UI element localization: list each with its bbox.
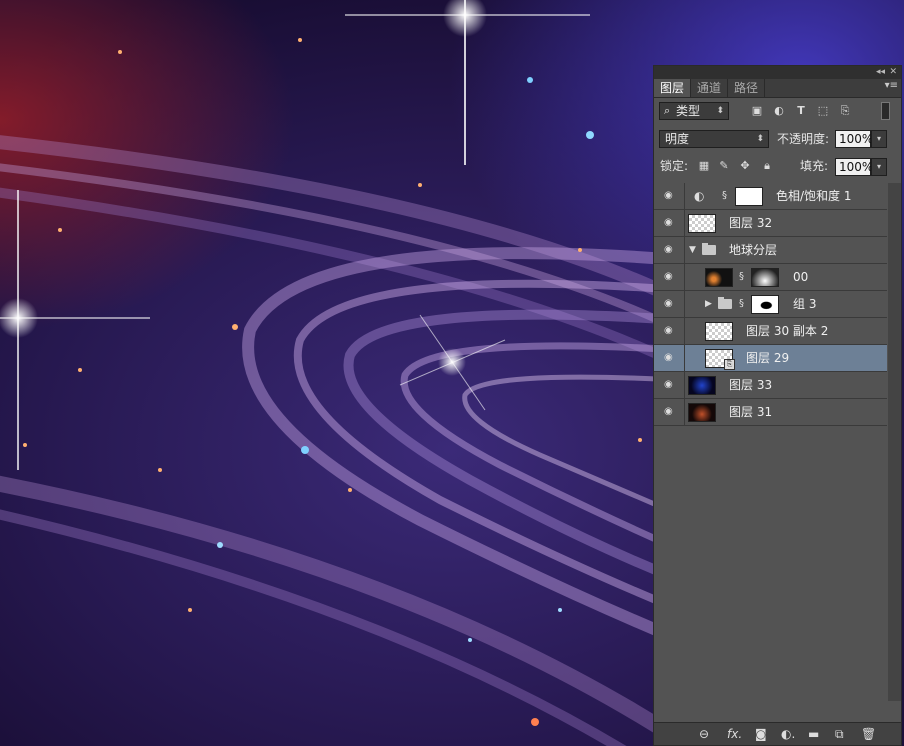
eye-icon[interactable]: ◉ [664, 191, 674, 201]
divider [684, 372, 685, 399]
mask-thumbnail[interactable] [751, 295, 779, 314]
layer-row-31[interactable]: ◉ 图层 31 [654, 399, 887, 426]
search-icon: ⌕ [664, 104, 671, 117]
tab-layers[interactable]: 图层 [654, 79, 692, 97]
updown-icon: ⬍ [716, 106, 724, 116]
lock-transparent-icon[interactable]: ▦ [697, 159, 711, 173]
divider [684, 210, 685, 237]
layer-thumbnail [688, 403, 716, 422]
eye-icon[interactable]: ◉ [664, 380, 674, 390]
divider [684, 291, 685, 318]
fill-label: 填充: [800, 159, 829, 173]
adjustment-filter-icon[interactable]: ◐ [772, 104, 786, 118]
lock-move-icon[interactable]: ✥ [738, 159, 752, 173]
tab-paths[interactable]: 路径 [728, 79, 766, 97]
stars [23, 38, 642, 726]
eye-icon[interactable]: ◉ [664, 353, 674, 363]
eye-icon[interactable]: ◉ [664, 272, 674, 282]
divider [684, 264, 685, 291]
lock-label: 锁定: [660, 159, 689, 173]
filter-kind-label: 类型 [676, 104, 701, 118]
layer-row-00[interactable]: ◉ § 00 [654, 264, 887, 291]
divider [684, 237, 685, 264]
layer-row-30-copy-2[interactable]: ◉ 图层 30 副本 2 [654, 318, 887, 345]
type-filter-icon[interactable]: T [794, 104, 808, 118]
opacity-label: 不透明度: [777, 132, 830, 146]
layer-name: 图层 30 副本 2 [746, 324, 829, 338]
layer-thumbnail [705, 268, 733, 287]
blend-mode-value: 明度 [665, 132, 690, 146]
shape-filter-icon[interactable]: ⬚ [816, 104, 830, 118]
layer-thumbnail [688, 214, 716, 233]
link-icon: § [739, 271, 744, 282]
fill-input[interactable]: 100% [835, 158, 873, 176]
updown-icon: ⬍ [756, 134, 764, 144]
fill-dropdown-button[interactable]: ▾ [871, 158, 887, 176]
layer-name: 图层 29 [746, 351, 790, 365]
blend-mode-select[interactable]: 明度 ⬍ [659, 130, 769, 148]
layer-name: 地球分层 [729, 243, 778, 257]
new-group-icon[interactable]: ▬ [808, 726, 819, 742]
smart-object-filter-icon[interactable]: ⎘ [838, 104, 852, 118]
folder-icon [718, 297, 732, 309]
eye-icon[interactable]: ◉ [664, 407, 674, 417]
layer-name: 图层 32 [729, 216, 773, 230]
panel-title-bar[interactable]: ◂◂ ✕ [654, 66, 901, 79]
layer-name: 组 3 [793, 297, 817, 311]
panel-bottom-bar: ⊖ fx. ◙ ◐. ▬ ⧉ 🗑︎ [654, 722, 901, 745]
layer-list: ◉ ◐ § 色相/饱和度 1 ◉ 图层 32 ◉ ▼ 地球分层 ◉ § 00 ◉… [654, 183, 887, 431]
opacity-input[interactable]: 100% [835, 130, 873, 148]
layer-name: 图层 31 [729, 405, 773, 419]
panel-tabs: 图层 通道 路径 ▾≡ [654, 79, 901, 98]
panel-menu-icon[interactable]: ▾≡ [885, 80, 898, 91]
layer-row-hue-saturation[interactable]: ◉ ◐ § 色相/饱和度 1 [654, 183, 887, 210]
add-mask-icon[interactable]: ◙ [755, 726, 767, 742]
mask-thumbnail[interactable] [751, 268, 779, 287]
collapsed-triangle-icon[interactable]: ▶ [705, 291, 712, 318]
filter-toggle-switch[interactable] [881, 102, 890, 120]
new-layer-icon[interactable]: ⧉ [835, 726, 844, 742]
expand-triangle-icon[interactable]: ▼ [689, 237, 696, 264]
folder-icon [702, 243, 716, 255]
layer-name: 图层 33 [729, 378, 773, 392]
mask-thumbnail[interactable] [735, 187, 763, 206]
layer-name: 色相/饱和度 1 [776, 189, 852, 203]
smart-object-icon: ⎘ [724, 359, 735, 370]
lock-icon[interactable]: 🔒︎ [760, 159, 774, 173]
divider [684, 399, 685, 426]
layer-thumbnail [705, 322, 733, 341]
opacity-dropdown-button[interactable]: ▾ [871, 130, 887, 148]
adjustment-layer-icon: ◐ [694, 189, 705, 203]
pixel-filter-icon[interactable]: ▣ [750, 104, 764, 118]
tab-channels[interactable]: 通道 [691, 79, 729, 97]
layer-name: 00 [793, 270, 809, 284]
link-icon: § [722, 190, 727, 201]
link-icon: § [739, 298, 744, 309]
fx-icon[interactable]: fx. [727, 726, 742, 742]
delete-layer-icon[interactable]: 🗑︎ [861, 726, 876, 742]
divider [684, 345, 685, 372]
eye-icon[interactable]: ◉ [664, 245, 674, 255]
eye-icon[interactable]: ◉ [664, 326, 674, 336]
double-chevron-icon[interactable]: ◂◂ [876, 66, 885, 79]
divider [684, 318, 685, 345]
layer-list-scrollbar[interactable] [888, 183, 901, 701]
divider [684, 183, 685, 210]
layer-row-group-earth[interactable]: ◉ ▼ 地球分层 [654, 237, 887, 264]
eye-icon[interactable]: ◉ [664, 299, 674, 309]
new-adjustment-icon[interactable]: ◐. [781, 726, 795, 742]
lock-brush-icon[interactable]: ✎ [717, 159, 731, 173]
filter-kind-select[interactable]: ⌕ 类型 ⬍ [659, 102, 729, 120]
layer-thumbnail [688, 376, 716, 395]
close-icon[interactable]: ✕ [889, 66, 897, 79]
layer-row-group-3[interactable]: ◉ ▶ § 组 3 [654, 291, 887, 318]
layer-row-33[interactable]: ◉ 图层 33 [654, 372, 887, 399]
layer-row-29[interactable]: ◉ ⎘ 图层 29 [654, 345, 887, 372]
eye-icon[interactable]: ◉ [664, 218, 674, 228]
layers-panel: ◂◂ ✕ 图层 通道 路径 ▾≡ ⌕ 类型 ⬍ ▣ ◐ T ⬚ ⎘ 明度 ⬍ 不… [653, 65, 902, 746]
layer-row-32[interactable]: ◉ 图层 32 [654, 210, 887, 237]
link-layers-icon[interactable]: ⊖ [699, 726, 709, 742]
